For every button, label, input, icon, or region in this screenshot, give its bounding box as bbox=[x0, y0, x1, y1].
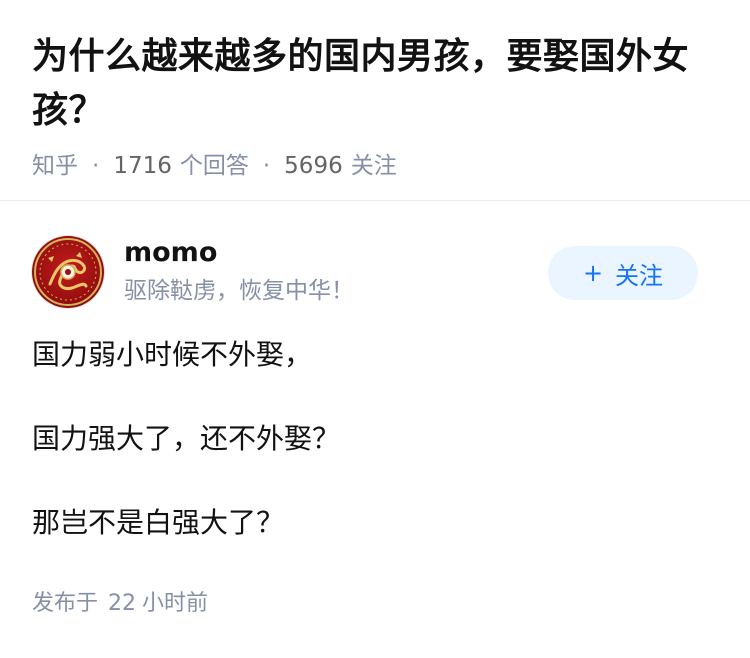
answer-count[interactable]: 1716 bbox=[113, 146, 172, 186]
answer-paragraph: 国力弱小时候不外娶， bbox=[32, 338, 313, 371]
meta-separator-dot: · bbox=[92, 153, 100, 179]
answer-card: momo 驱除鞑虏，恢复中华！ + 关注 国力弱小时候不外娶， 国力强大了，还不… bbox=[0, 232, 750, 586]
author-bio: 驱除鞑虏，恢复中华！ bbox=[124, 278, 354, 304]
publish-time: 发布于 22 小时前 bbox=[32, 586, 208, 622]
author-name[interactable]: momo bbox=[124, 235, 354, 271]
dragon-emblem-icon bbox=[34, 238, 102, 306]
answer-paragraph: 国力强大了，还不外娶？ bbox=[32, 422, 341, 455]
author-info: momo 驱除鞑虏，恢复中华！ bbox=[124, 235, 354, 309]
published-value: 22 bbox=[108, 591, 137, 616]
avatar[interactable] bbox=[32, 236, 104, 308]
zhihu-answer-page: 为什么越来越多的国内男孩，要娶国外女孩？ 知乎 · 1716 个回答 · 569… bbox=[0, 0, 750, 658]
follow-button-label: 关注 bbox=[615, 261, 664, 290]
published-label: 发布于 bbox=[32, 591, 99, 616]
question-header: 为什么越来越多的国内男孩，要娶国外女孩？ 知乎 · 1716 个回答 · 569… bbox=[0, 0, 750, 186]
follower-count-label[interactable]: 关注 bbox=[351, 146, 397, 186]
source-label[interactable]: 知乎 bbox=[32, 146, 78, 186]
published-unit: 小时前 bbox=[142, 591, 209, 616]
plus-icon: + bbox=[582, 259, 604, 287]
answer-content[interactable]: 国力弱小时候不外娶， 国力强大了，还不外娶？ 那岂不是白强大了？ bbox=[0, 312, 750, 544]
answer-paragraph: 那岂不是白强大了？ bbox=[32, 506, 285, 539]
question-meta: 知乎 · 1716 个回答 · 5696 关注 bbox=[32, 146, 718, 186]
question-title[interactable]: 为什么越来越多的国内男孩，要娶国外女孩？ bbox=[32, 30, 718, 138]
section-divider bbox=[0, 200, 750, 201]
follower-count[interactable]: 5696 bbox=[284, 146, 343, 186]
author-row: momo 驱除鞑虏，恢复中华！ + 关注 bbox=[0, 232, 750, 312]
answer-count-label[interactable]: 个回答 bbox=[180, 146, 249, 186]
meta-separator-dot: · bbox=[262, 153, 271, 179]
follow-button[interactable]: + 关注 bbox=[548, 246, 698, 300]
